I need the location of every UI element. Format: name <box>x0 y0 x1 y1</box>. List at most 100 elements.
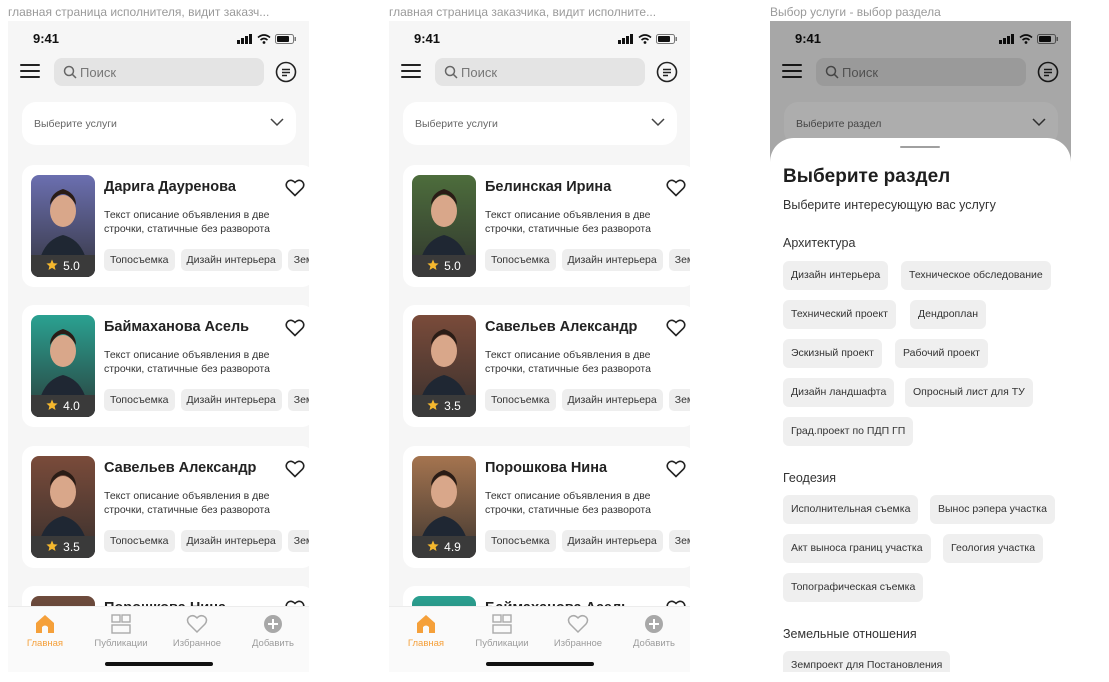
service-chip[interactable]: Дизайн интерьера <box>783 261 889 290</box>
service-tag[interactable]: Топосъемка <box>104 389 175 411</box>
add-icon <box>645 615 663 633</box>
section-heading: Геодезия <box>783 471 837 485</box>
service-chip[interactable]: Земпроект для Постановления <box>783 651 951 672</box>
rating-badge: 5.0 <box>412 255 476 277</box>
service-select[interactable]: Выберите услуги <box>22 102 296 145</box>
nav-add[interactable]: Добавить <box>238 614 308 649</box>
performer-name: Савельев Александр <box>485 319 638 335</box>
battery-icon <box>656 34 677 44</box>
nav-favorites[interactable]: Избранное <box>543 614 613 649</box>
phone-executor-home: 9:41 Поиск Выберите услуги 5.0 Дарига Дау… <box>8 21 309 672</box>
performer-card[interactable]: 4.0 Баймаханова Асель Текст описание объяв… <box>22 305 309 427</box>
service-chip[interactable]: Техническое обследование <box>901 261 1051 290</box>
favorite-heart-icon[interactable] <box>285 460 305 483</box>
signal-icon <box>618 34 633 44</box>
service-select[interactable]: Выберите услуги <box>403 102 677 145</box>
service-select-label: Выберите услуги <box>34 118 117 130</box>
nav-favorites[interactable]: Избранное <box>162 614 232 649</box>
service-chip[interactable]: Дизайн ландшафта <box>783 378 895 407</box>
chevron-down-icon <box>270 118 284 127</box>
sheet-title: Выберите раздел <box>783 166 951 187</box>
nav-home-label: Главная <box>26 638 64 649</box>
favorite-heart-icon[interactable] <box>666 460 686 483</box>
favorite-heart-icon[interactable] <box>666 319 686 342</box>
performer-card[interactable]: 3.5 Савельев Александр Текст описание объя… <box>403 305 690 427</box>
status-bar: 9:41 <box>389 31 690 47</box>
service-chip[interactable]: Дендроплан <box>910 300 987 329</box>
nav-home[interactable]: Главная <box>391 614 461 649</box>
menu-icon[interactable] <box>401 64 421 80</box>
card-tags: ТопосъемкаДизайн интерьераЗемельные отно… <box>485 530 690 552</box>
search-input[interactable]: Поиск <box>54 58 264 86</box>
rating-value: 5.0 <box>444 259 461 273</box>
search-input[interactable]: Поиск <box>435 58 645 86</box>
service-chip[interactable]: Опросный лист для ТУ <box>905 378 1033 407</box>
service-chip[interactable]: Технический проект <box>783 300 896 329</box>
service-tag[interactable]: Топосъемка <box>104 249 175 271</box>
service-chip[interactable]: Топографическая съемка <box>783 573 924 602</box>
service-tag[interactable]: Топосъемка <box>485 530 556 552</box>
avatar: 4.0 <box>31 315 95 417</box>
performer-name: Белинская Ирина <box>485 179 612 195</box>
service-tag[interactable]: Дизайн интерьера <box>561 389 663 411</box>
favorite-heart-icon[interactable] <box>285 319 305 342</box>
service-tag[interactable]: Топосъемка <box>485 249 556 271</box>
rating-value: 5.0 <box>63 259 80 273</box>
nav-home-label: Главная <box>407 638 445 649</box>
service-chip[interactable]: Град.проект по ПДП ГП <box>783 417 914 446</box>
chat-icon[interactable] <box>656 61 678 83</box>
bottom-nav: Главная Публикации Избранное Добавить <box>389 606 690 672</box>
home-indicator <box>486 662 594 666</box>
nav-publications[interactable]: Публикации <box>467 614 537 649</box>
performer-name: Порошкова Нина <box>485 460 608 476</box>
avatar: 3.5 <box>412 315 476 417</box>
performer-card[interactable]: 4.9 Порошкова Нина Текст описание объявлен… <box>403 446 690 568</box>
service-chip[interactable]: Акт выноса границ участка <box>783 534 931 563</box>
status-time: 9:41 <box>33 31 60 46</box>
service-chip[interactable]: Рабочий проект <box>895 339 988 368</box>
service-chip[interactable]: Вынос рэпера участка <box>930 495 1055 524</box>
service-chip[interactable]: Эскизный проект <box>783 339 882 368</box>
status-time: 9:41 <box>414 31 441 46</box>
section-heading: Земельные отношения <box>783 627 917 641</box>
avatar: 4.9 <box>412 456 476 558</box>
service-tag[interactable]: Дизайн интерьера <box>180 389 282 411</box>
frame-title-executor: главная страница исполнителя, видит зака… <box>8 5 270 19</box>
service-tag[interactable]: Земельные отношения <box>668 249 690 271</box>
service-tag[interactable]: Земельные отношения <box>287 530 309 552</box>
service-tag[interactable]: Дизайн интерьера <box>561 249 663 271</box>
nav-add[interactable]: Добавить <box>619 614 689 649</box>
rating-badge: 3.5 <box>31 536 95 558</box>
nav-home[interactable]: Главная <box>10 614 80 649</box>
status-bar: 9:41 <box>8 31 309 47</box>
sheet-grabber[interactable] <box>900 146 940 148</box>
service-tag[interactable]: Дизайн интерьера <box>180 249 282 271</box>
frame-title-customer: главная страница заказчика, видит исполн… <box>389 5 657 19</box>
card-description: Текст описание объявления в две строчки,… <box>485 209 651 235</box>
menu-icon[interactable] <box>20 64 40 80</box>
publications-icon <box>111 614 131 634</box>
performer-card[interactable]: 3.5 Савельев Александр Текст описание объя… <box>22 446 309 568</box>
performer-card[interactable]: 5.0 Белинская Ирина Текст описание объявле… <box>403 165 690 287</box>
favorite-heart-icon[interactable] <box>285 179 305 202</box>
rating-badge: 3.5 <box>412 395 476 417</box>
service-tag[interactable]: Топосъемка <box>104 530 175 552</box>
card-description: Текст описание объявления в две строчки,… <box>485 490 651 516</box>
service-chip[interactable]: Исполнительная съемка <box>783 495 919 524</box>
performer-card[interactable]: 5.0 Дарига Дауренова Текст описание объявл… <box>22 165 309 287</box>
card-tags: ТопосъемкаДизайн интерьераЗемельные отно… <box>104 249 309 271</box>
chevron-down-icon <box>651 118 665 127</box>
rating-value: 3.5 <box>444 399 461 413</box>
nav-publications[interactable]: Публикации <box>86 614 156 649</box>
service-tag[interactable]: Земельные отношения <box>287 249 309 271</box>
nav-favorites-label: Избранное <box>553 638 603 649</box>
chat-icon[interactable] <box>275 61 297 83</box>
service-tag[interactable]: Дизайн интерьера <box>180 530 282 552</box>
service-tag[interactable]: Топосъемка <box>485 389 556 411</box>
service-tag[interactable]: Земельные отношения <box>287 389 309 411</box>
service-chip[interactable]: Геология участка <box>943 534 1044 563</box>
service-tag[interactable]: Дизайн интерьера <box>561 530 663 552</box>
service-tag[interactable]: Земельные отношения <box>668 389 690 411</box>
favorite-heart-icon[interactable] <box>666 179 686 202</box>
service-tag[interactable]: Земельные отношения <box>668 530 690 552</box>
